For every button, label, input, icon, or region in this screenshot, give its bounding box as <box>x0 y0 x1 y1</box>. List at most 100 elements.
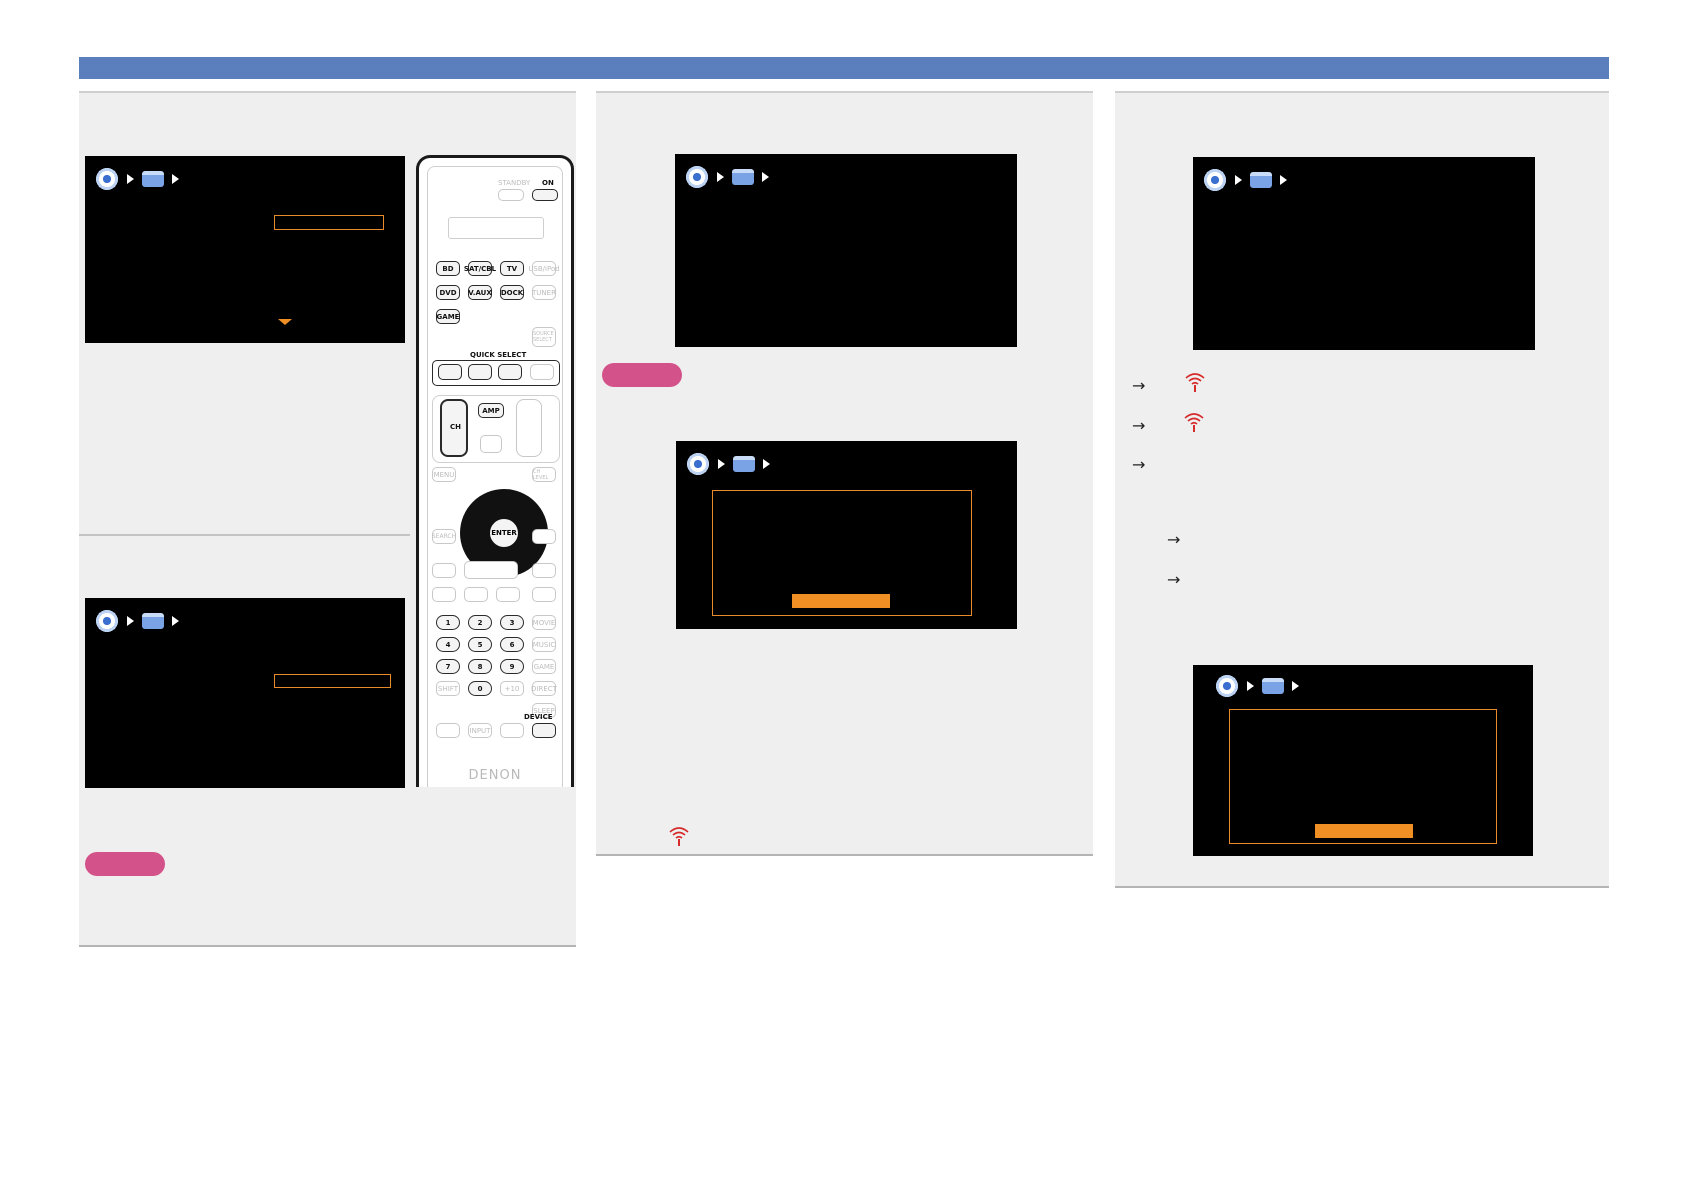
number-button-5[interactable]: 5 <box>468 637 492 652</box>
triangle-right-icon <box>718 459 725 469</box>
right-panel-mid: → → <box>1115 480 1609 600</box>
arrow-right-icon: → <box>1132 416 1146 435</box>
device-power-button[interactable] <box>532 723 556 738</box>
number-button-9[interactable]: 9 <box>500 659 524 674</box>
arrow-right-icon: → <box>1167 530 1181 549</box>
gear-icon <box>686 452 710 476</box>
triangle-right-icon <box>717 172 724 182</box>
right-panel-top: → → → <box>1115 91 1609 482</box>
source-button-game[interactable]: GAME <box>436 309 460 324</box>
play-button[interactable] <box>464 561 518 579</box>
channel-rocker[interactable]: CH <box>440 399 468 457</box>
standby-button[interactable] <box>498 189 524 201</box>
volume-rocker[interactable] <box>516 399 542 457</box>
ch-level-button[interactable]: CH LEVEL <box>532 467 556 482</box>
breadcrumb <box>686 451 770 477</box>
setup-screen-5 <box>1193 157 1535 350</box>
middle-panel-top <box>596 91 1093 660</box>
breadcrumb <box>95 608 179 634</box>
selection-cursor <box>274 215 384 230</box>
quick-select-4-button[interactable] <box>530 364 554 380</box>
breadcrumb <box>685 164 769 190</box>
gear-icon <box>685 165 709 189</box>
quick-select-1-button[interactable] <box>438 364 462 380</box>
number-button-3[interactable]: 3 <box>500 615 524 630</box>
source-button-bd[interactable]: BD <box>436 261 460 276</box>
source-button-v-aux[interactable]: V.AUX <box>468 285 492 300</box>
game-mode-button[interactable]: GAME <box>532 659 556 674</box>
toolbox-icon <box>142 171 164 187</box>
standby-label: STANDBY <box>498 179 531 187</box>
breadcrumb <box>95 166 179 192</box>
triangle-right-icon <box>127 174 134 184</box>
source-button-dvd[interactable]: DVD <box>436 285 460 300</box>
selection-cursor <box>274 674 391 688</box>
music-button[interactable]: MUSIC <box>532 637 556 652</box>
source-button-tv[interactable]: TV <box>500 261 524 276</box>
gear-icon <box>95 167 119 191</box>
direct-button[interactable]: DIRECT <box>531 681 557 696</box>
return-button[interactable] <box>532 529 556 544</box>
triangle-right-icon <box>127 616 134 626</box>
source-button-tuner[interactable]: TUNER <box>532 285 556 300</box>
quick-select-label: QUICK SELECT <box>470 351 527 359</box>
wifi-icon <box>669 827 689 846</box>
triangle-right-icon <box>172 174 179 184</box>
number-button-1[interactable]: 1 <box>436 615 460 630</box>
on-label: ON <box>542 179 554 187</box>
amp-button[interactable]: AMP <box>478 403 504 418</box>
fast-forward-button[interactable] <box>532 563 556 578</box>
triangle-right-icon <box>762 172 769 182</box>
skip-forward-button[interactable] <box>532 587 556 602</box>
remote-control: STANDBY ON BD SAT/CBL TV USB/iPod DVD V.… <box>416 155 574 787</box>
quick-select-3-button[interactable] <box>498 364 522 380</box>
setup-screen-4 <box>676 441 1017 629</box>
search-button[interactable]: SEARCH <box>432 529 456 544</box>
gear-icon <box>1203 168 1227 192</box>
number-button-0[interactable]: 0 <box>468 681 492 696</box>
skip-back-button[interactable] <box>432 587 456 602</box>
pause-button[interactable] <box>464 587 488 602</box>
tv-button[interactable] <box>500 723 524 738</box>
ch-label: CH <box>450 423 461 431</box>
rewind-button[interactable] <box>432 563 456 578</box>
movie-button[interactable]: MOVIE <box>532 615 556 630</box>
ok-button[interactable] <box>1315 824 1413 838</box>
header-bar <box>79 57 1609 79</box>
number-button-7[interactable]: 7 <box>436 659 460 674</box>
setup-screen-3 <box>675 154 1017 347</box>
toolbox-icon <box>1262 678 1284 694</box>
source-select-button[interactable]: SOURCE SELECT <box>532 327 556 347</box>
note-badge <box>602 363 682 387</box>
source-button-usb-ipod[interactable]: USB/iPod <box>528 261 560 276</box>
number-button-4[interactable]: 4 <box>436 637 460 652</box>
arrow-right-icon: → <box>1167 570 1181 589</box>
number-button-2[interactable]: 2 <box>468 615 492 630</box>
triangle-right-icon <box>1280 175 1287 185</box>
triangle-right-icon <box>763 459 770 469</box>
gear-icon <box>1215 674 1239 698</box>
source-button-sat-cbl[interactable]: SAT/CBL <box>464 261 496 276</box>
source-button-dock[interactable]: DOCK <box>500 285 524 300</box>
wifi-icon <box>1184 413 1204 432</box>
quick-select-2-button[interactable] <box>468 364 492 380</box>
menu-button[interactable]: MENU <box>432 467 456 482</box>
input-button[interactable]: INPUT <box>468 723 492 738</box>
divider <box>79 534 410 536</box>
breadcrumb <box>1215 673 1299 699</box>
scroll-down-icon <box>278 319 292 325</box>
setup-screen-1 <box>85 156 405 343</box>
number-button-8[interactable]: 8 <box>468 659 492 674</box>
tv-power-button[interactable] <box>436 723 460 738</box>
ok-button[interactable] <box>792 594 890 608</box>
number-button-6[interactable]: 6 <box>500 637 524 652</box>
note-badge <box>85 852 165 876</box>
on-button[interactable] <box>532 189 558 201</box>
brand-logo: DENON <box>468 768 522 783</box>
triangle-right-icon <box>1247 681 1254 691</box>
stop-button[interactable] <box>496 587 520 602</box>
plus10-button[interactable]: +10 <box>500 681 524 696</box>
shift-button[interactable]: SHIFT <box>436 681 460 696</box>
mute-button[interactable] <box>480 435 502 453</box>
enter-button[interactable]: ENTER <box>489 518 519 548</box>
